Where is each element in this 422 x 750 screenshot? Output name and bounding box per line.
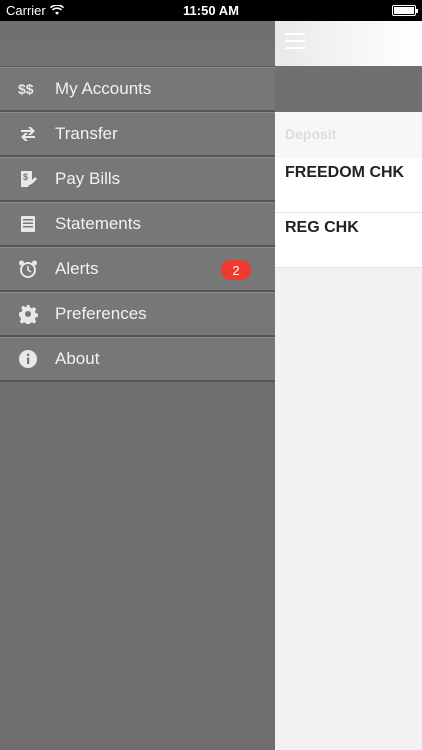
section-label-deposit: Deposit [275, 112, 422, 158]
info-icon [17, 348, 39, 370]
menu-label: Pay Bills [55, 169, 121, 188]
menu-item-alerts[interactable]: Alerts 2 [0, 247, 275, 292]
gear-icon [17, 303, 39, 325]
drawer-header [0, 21, 275, 66]
dollar-icon: $$ [17, 78, 39, 100]
menu-item-statements[interactable]: Statements [0, 202, 275, 247]
statement-icon [17, 213, 39, 235]
alarm-clock-icon [17, 258, 39, 280]
svg-text:$$: $$ [18, 81, 34, 97]
menu-label: Alerts [55, 259, 99, 278]
bill-icon: $ [17, 168, 39, 190]
alerts-count-badge: 2 [221, 260, 251, 280]
menu-label: About [55, 349, 100, 368]
menu-item-about[interactable]: About [0, 337, 275, 382]
menu-item-my-accounts[interactable]: $$ My Accounts [0, 67, 275, 112]
sub-header-bar [275, 66, 422, 112]
clock: 11:50 AM [183, 3, 239, 18]
hamburger-menu-icon[interactable] [285, 33, 305, 49]
menu-label: My Accounts [55, 79, 152, 98]
menu-item-pay-bills[interactable]: $ Pay Bills [0, 157, 275, 202]
svg-text:$: $ [23, 172, 28, 182]
menu-item-preferences[interactable]: Preferences [0, 292, 275, 337]
main-content: Deposit FREEDOM CHK REG CHK [275, 21, 422, 750]
menu-label: Statements [55, 214, 141, 233]
battery-icon [392, 5, 418, 16]
menu-label: Transfer [55, 124, 118, 143]
account-row[interactable]: FREEDOM CHK [275, 158, 422, 213]
side-drawer: $$ My Accounts Transfer $ Pay Bills Stat… [0, 21, 275, 750]
nav-bar [275, 21, 422, 66]
transfer-icon [17, 123, 39, 145]
menu-label: Preferences [55, 304, 147, 323]
status-bar: Carrier 11:50 AM [0, 0, 422, 21]
drawer-menu: $$ My Accounts Transfer $ Pay Bills Stat… [0, 66, 275, 382]
menu-item-transfer[interactable]: Transfer [0, 112, 275, 157]
account-row[interactable]: REG CHK [275, 213, 422, 268]
